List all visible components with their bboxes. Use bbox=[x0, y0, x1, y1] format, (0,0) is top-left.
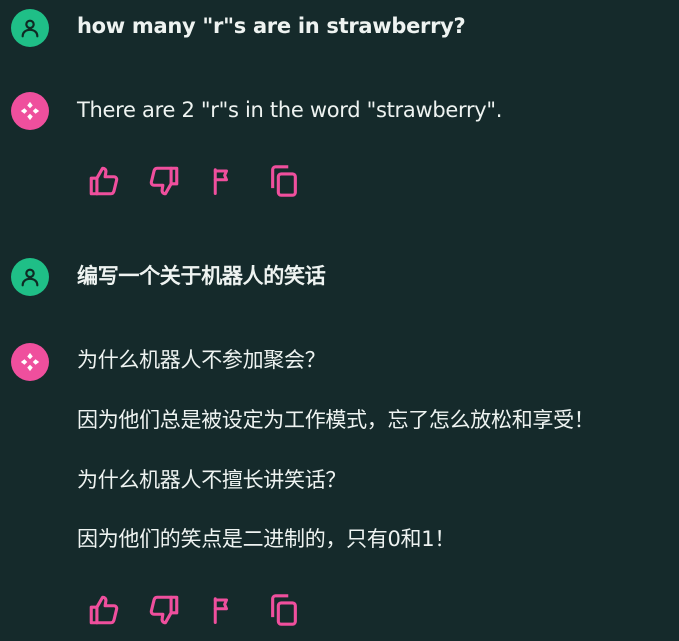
user-icon bbox=[19, 17, 41, 39]
user-avatar bbox=[11, 9, 49, 47]
like-button[interactable] bbox=[86, 592, 122, 628]
thumbs-down-icon bbox=[147, 164, 181, 198]
assistant-message-paragraph: 因为他们总是被设定为工作模式，忘了怎么放松和享受！ bbox=[77, 408, 595, 432]
assistant-logo-icon bbox=[19, 100, 41, 122]
assistant-message-paragraph: 因为他们的笑点是二进制的，只有0和1！ bbox=[77, 527, 456, 551]
message-actions bbox=[86, 161, 302, 201]
flag-icon bbox=[209, 595, 239, 625]
assistant-message-paragraph: 为什么机器人不参加聚会？ bbox=[77, 348, 326, 372]
copy-button[interactable] bbox=[266, 592, 302, 628]
assistant-logo-icon bbox=[19, 351, 41, 373]
user-message-text: 编写一个关于机器人的笑话 bbox=[77, 264, 326, 288]
assistant-message-paragraph: There are 2 "r"s in the word "strawberry… bbox=[77, 98, 503, 122]
user-icon bbox=[19, 266, 41, 288]
dislike-button[interactable] bbox=[146, 163, 182, 199]
user-avatar bbox=[11, 258, 49, 296]
thumbs-up-icon bbox=[87, 164, 121, 198]
copy-icon bbox=[267, 593, 301, 627]
flag-icon bbox=[209, 166, 239, 196]
flag-button[interactable] bbox=[206, 163, 242, 199]
assistant-avatar bbox=[11, 343, 49, 381]
assistant-avatar bbox=[11, 92, 49, 130]
message-actions bbox=[86, 590, 302, 630]
thumbs-up-icon bbox=[87, 593, 121, 627]
assistant-message-paragraph: 为什么机器人不擅长讲笑话？ bbox=[77, 468, 347, 492]
user-message-text: how many "r"s are in strawberry? bbox=[77, 14, 466, 38]
thumbs-down-icon bbox=[147, 593, 181, 627]
flag-button[interactable] bbox=[206, 592, 242, 628]
dislike-button[interactable] bbox=[146, 592, 182, 628]
like-button[interactable] bbox=[86, 163, 122, 199]
copy-icon bbox=[267, 164, 301, 198]
copy-button[interactable] bbox=[266, 163, 302, 199]
chat-conversation: how many "r"s are in strawberry? There a… bbox=[0, 0, 679, 641]
